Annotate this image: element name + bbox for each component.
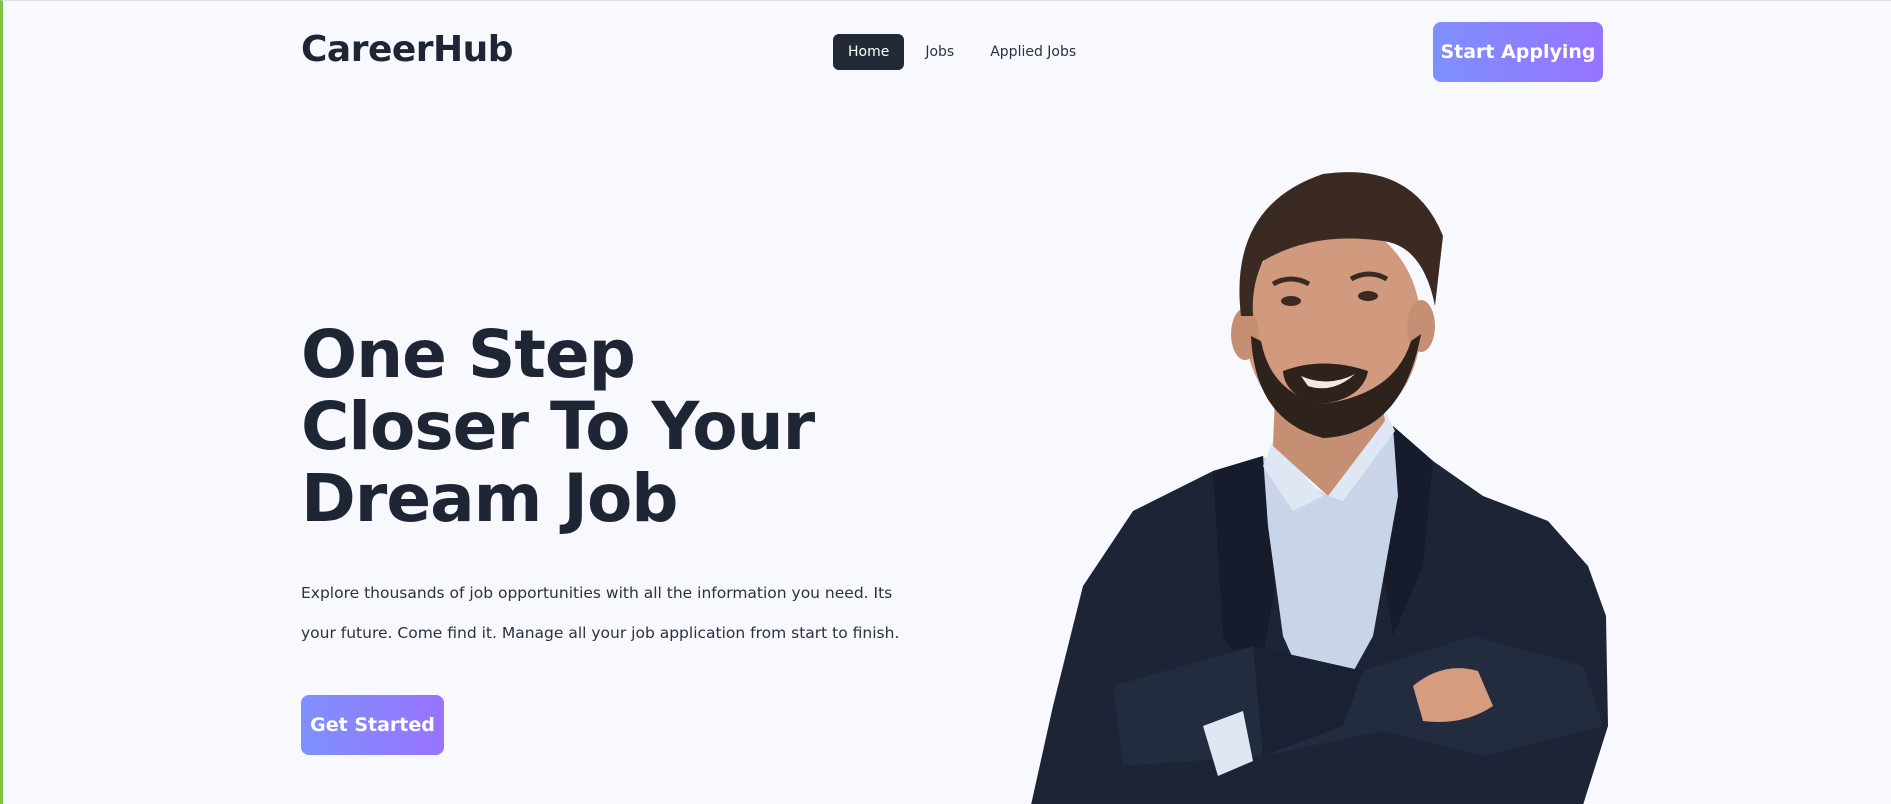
top-navbar: CareerHub Home Jobs Applied Jobs Start A… — [3, 1, 1891, 105]
brand-logo[interactable]: CareerHub — [301, 29, 514, 70]
hero-section: One Step Closer To Your Dream Job Explor… — [301, 319, 941, 755]
hero-description: Explore thousands of job opportunities w… — [301, 584, 900, 642]
hero-title-line-1: One Step — [301, 316, 636, 393]
hero-person-image — [1023, 166, 1623, 804]
hero-title: One Step Closer To Your Dream Job — [301, 319, 941, 535]
get-started-button[interactable]: Get Started — [301, 695, 444, 755]
hero-title-line-3: Dream Job — [301, 460, 679, 537]
hero-title-line-2: Closer To Your — [301, 388, 815, 465]
start-applying-button[interactable]: Start Applying — [1433, 22, 1603, 82]
nav-item-applied-jobs[interactable]: Applied Jobs — [975, 34, 1091, 70]
main-nav: Home Jobs Applied Jobs — [833, 34, 1091, 70]
nav-item-home[interactable]: Home — [833, 34, 905, 70]
nav-item-jobs[interactable]: Jobs — [910, 34, 969, 70]
